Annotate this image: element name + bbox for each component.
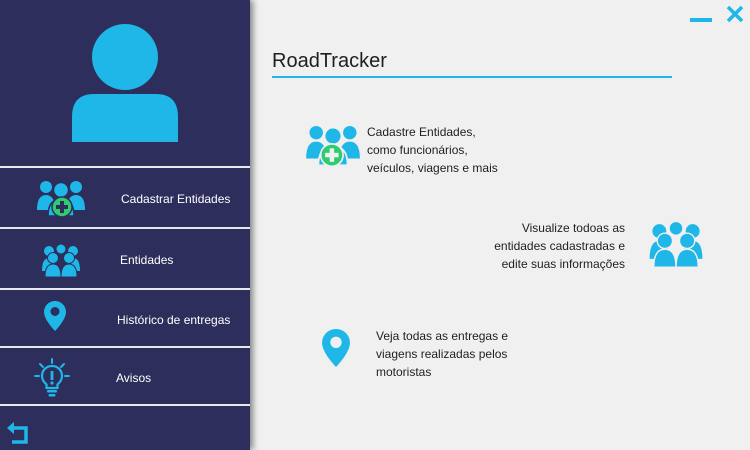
feature-line: edite suas informações <box>501 257 625 271</box>
group-icon <box>649 220 703 268</box>
feature-historico-text: Veja todas as entregas e viagens realiza… <box>376 327 508 381</box>
feature-line: Visualize todoas as <box>521 221 625 235</box>
nav-label: Cadastrar Entidades <box>121 192 231 206</box>
feature-line: entidades cadastradas e <box>494 239 625 253</box>
nav-label: Histórico de entregas <box>117 313 231 327</box>
feature-line: Veja todas as entregas e <box>376 329 509 343</box>
add-group-icon <box>306 125 360 168</box>
nav-divider <box>0 404 250 406</box>
nav-cadastrar-entidades[interactable]: Cadastrar Entidades <box>0 166 250 228</box>
close-icon[interactable] <box>724 3 746 25</box>
feature-line: viagens realizadas pelos <box>376 347 508 361</box>
map-pin-icon <box>322 329 350 367</box>
feature-entidades-text: Visualize todoas as entidades cadastrada… <box>470 219 625 273</box>
user-avatar-icon <box>72 24 178 142</box>
nav-avisos[interactable]: Avisos <box>0 346 250 406</box>
nav-label: Avisos <box>116 371 152 385</box>
feature-line: motoristas <box>376 365 432 379</box>
nav-historico-entregas[interactable]: Histórico de entregas <box>0 288 250 348</box>
app-title: RoadTracker <box>272 50 387 72</box>
add-group-icon <box>37 181 85 218</box>
back-arrow-icon[interactable] <box>6 420 32 446</box>
lightbulb-icon <box>34 358 70 397</box>
feature-line: veículos, viagens e mais <box>367 161 498 175</box>
nav-entidades[interactable]: Entidades <box>0 227 250 289</box>
minimize-icon[interactable] <box>690 8 712 24</box>
feature-line: Cadastre Entidades, <box>367 125 476 139</box>
feature-line: como funcionários, <box>367 143 468 157</box>
title-underline <box>272 76 672 78</box>
sidebar: Cadastrar Entidades Entidades Histórico … <box>0 0 250 450</box>
group-icon <box>42 243 80 278</box>
map-pin-icon <box>44 301 66 331</box>
feature-cadastrar-text: Cadastre Entidades, como funcionários, v… <box>367 123 498 177</box>
nav-label: Entidades <box>120 253 174 267</box>
